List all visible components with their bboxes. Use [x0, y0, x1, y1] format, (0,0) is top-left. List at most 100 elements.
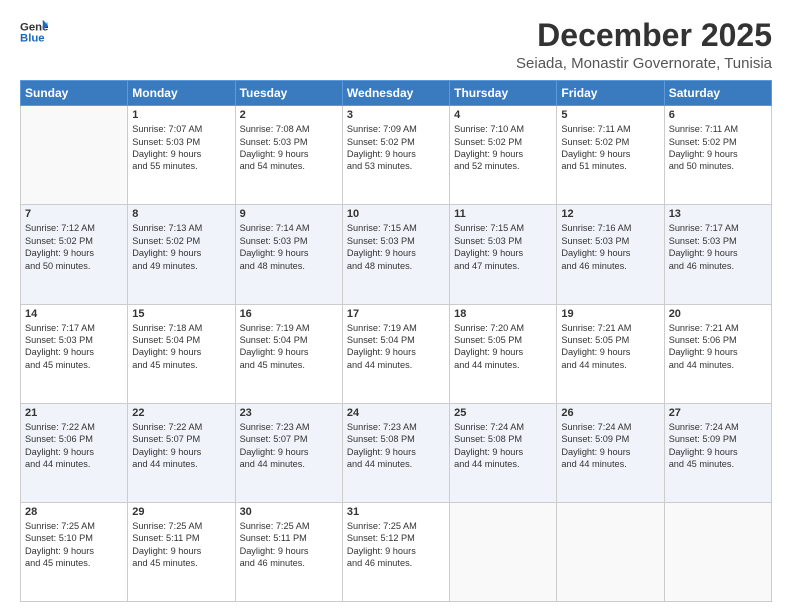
day-info: Sunrise: 7:14 AMSunset: 5:03 PMDaylight:… [240, 222, 338, 272]
day-number: 5 [561, 109, 659, 121]
table-row: 29 Sunrise: 7:25 AMSunset: 5:11 PMDayligh… [128, 502, 235, 601]
table-row: 1 Sunrise: 7:07 AMSunset: 5:03 PMDaylight… [128, 106, 235, 205]
location-title: Seiada, Monastir Governorate, Tunisia [516, 55, 772, 72]
day-info: Sunrise: 7:22 AMSunset: 5:06 PMDaylight:… [25, 421, 123, 471]
col-wednesday: Wednesday [342, 81, 449, 106]
table-row: 28 Sunrise: 7:25 AMSunset: 5:10 PMDayligh… [21, 502, 128, 601]
table-row: 22 Sunrise: 7:22 AMSunset: 5:07 PMDayligh… [128, 403, 235, 502]
day-number: 27 [669, 407, 767, 419]
day-info: Sunrise: 7:10 AMSunset: 5:02 PMDaylight:… [454, 123, 552, 173]
day-number: 20 [669, 308, 767, 320]
calendar-week-row: 1 Sunrise: 7:07 AMSunset: 5:03 PMDaylight… [21, 106, 772, 205]
day-info: Sunrise: 7:19 AMSunset: 5:04 PMDaylight:… [240, 322, 338, 372]
day-number: 23 [240, 407, 338, 419]
table-row: 7Sunrise: 7:12 AMSunset: 5:02 PMDaylight… [21, 205, 128, 304]
col-monday: Monday [128, 81, 235, 106]
day-number: 14 [25, 308, 123, 320]
day-info: Sunrise: 7:24 AMSunset: 5:09 PMDaylight:… [669, 421, 767, 471]
col-sunday: Sunday [21, 81, 128, 106]
day-info: Sunrise: 7:09 AMSunset: 5:02 PMDaylight:… [347, 123, 445, 173]
day-info: Sunrise: 7:11 AMSunset: 5:02 PMDaylight:… [669, 123, 767, 173]
table-row: 15Sunrise: 7:18 AMSunset: 5:04 PMDayligh… [128, 304, 235, 403]
day-info: Sunrise: 7:15 AMSunset: 5:03 PMDaylight:… [454, 222, 552, 272]
day-info: Sunrise: 7:25 AMSunset: 5:11 PMDaylight:… [132, 520, 230, 570]
day-info: Sunrise: 7:17 AMSunset: 5:03 PMDaylight:… [25, 322, 123, 372]
table-row: 6 Sunrise: 7:11 AMSunset: 5:02 PMDaylight… [664, 106, 771, 205]
table-row: 4 Sunrise: 7:10 AMSunset: 5:02 PMDaylight… [450, 106, 557, 205]
calendar-week-row: 28 Sunrise: 7:25 AMSunset: 5:10 PMDayligh… [21, 502, 772, 601]
day-number: 31 [347, 506, 445, 518]
calendar-header-row: Sunday Monday Tuesday Wednesday Thursday… [21, 81, 772, 106]
table-row: 23 Sunrise: 7:23 AMSunset: 5:07 PMDayligh… [235, 403, 342, 502]
day-info: Sunrise: 7:25 AMSunset: 5:11 PMDaylight:… [240, 520, 338, 570]
table-row: 13 Sunrise: 7:17 AMSunset: 5:03 PMDayligh… [664, 205, 771, 304]
day-number: 4 [454, 109, 552, 121]
title-area: December 2025 Seiada, Monastir Governora… [516, 18, 772, 72]
day-number: 9 [240, 208, 338, 220]
table-row: 30 Sunrise: 7:25 AMSunset: 5:11 PMDayligh… [235, 502, 342, 601]
day-number: 18 [454, 308, 552, 320]
table-row: 25 Sunrise: 7:24 AMSunset: 5:08 PMDayligh… [450, 403, 557, 502]
calendar-table: Sunday Monday Tuesday Wednesday Thursday… [20, 80, 772, 602]
col-tuesday: Tuesday [235, 81, 342, 106]
day-info: Sunrise: 7:23 AMSunset: 5:08 PMDaylight:… [347, 421, 445, 471]
table-row [664, 502, 771, 601]
day-number: 25 [454, 407, 552, 419]
table-row: 12Sunrise: 7:16 AMSunset: 5:03 PMDayligh… [557, 205, 664, 304]
day-number: 13 [669, 208, 767, 220]
col-friday: Friday [557, 81, 664, 106]
table-row [557, 502, 664, 601]
day-info: Sunrise: 7:19 AMSunset: 5:04 PMDaylight:… [347, 322, 445, 372]
day-number: 26 [561, 407, 659, 419]
calendar-week-row: 14 Sunrise: 7:17 AMSunset: 5:03 PMDayligh… [21, 304, 772, 403]
col-thursday: Thursday [450, 81, 557, 106]
day-info: Sunrise: 7:08 AMSunset: 5:03 PMDaylight:… [240, 123, 338, 173]
day-number: 30 [240, 506, 338, 518]
table-row: 20 Sunrise: 7:21 AMSunset: 5:06 PMDayligh… [664, 304, 771, 403]
header: General Blue December 2025 Seiada, Monas… [20, 18, 772, 72]
day-number: 7 [25, 208, 123, 220]
day-info: Sunrise: 7:24 AMSunset: 5:08 PMDaylight:… [454, 421, 552, 471]
day-info: Sunrise: 7:20 AMSunset: 5:05 PMDaylight:… [454, 322, 552, 372]
day-info: Sunrise: 7:21 AMSunset: 5:06 PMDaylight:… [669, 322, 767, 372]
table-row: 10 Sunrise: 7:15 AMSunset: 5:03 PMDayligh… [342, 205, 449, 304]
day-info: Sunrise: 7:25 AMSunset: 5:12 PMDaylight:… [347, 520, 445, 570]
month-title: December 2025 [516, 18, 772, 53]
page: General Blue December 2025 Seiada, Monas… [0, 0, 792, 612]
table-row: 5 Sunrise: 7:11 AMSunset: 5:02 PMDaylight… [557, 106, 664, 205]
day-info: Sunrise: 7:16 AMSunset: 5:03 PMDaylight:… [561, 222, 659, 272]
day-number: 15 [132, 308, 230, 320]
day-number: 11 [454, 208, 552, 220]
table-row: 24 Sunrise: 7:23 AMSunset: 5:08 PMDayligh… [342, 403, 449, 502]
table-row [450, 502, 557, 601]
day-info: Sunrise: 7:15 AMSunset: 5:03 PMDaylight:… [347, 222, 445, 272]
table-row: 16Sunrise: 7:19 AMSunset: 5:04 PMDayligh… [235, 304, 342, 403]
day-number: 29 [132, 506, 230, 518]
logo: General Blue [20, 18, 48, 46]
logo-icon: General Blue [20, 18, 48, 46]
day-info: Sunrise: 7:23 AMSunset: 5:07 PMDaylight:… [240, 421, 338, 471]
day-info: Sunrise: 7:25 AMSunset: 5:10 PMDaylight:… [25, 520, 123, 570]
table-row: 11 Sunrise: 7:15 AMSunset: 5:03 PMDayligh… [450, 205, 557, 304]
day-number: 28 [25, 506, 123, 518]
day-number: 21 [25, 407, 123, 419]
table-row: 8Sunrise: 7:13 AMSunset: 5:02 PMDaylight… [128, 205, 235, 304]
day-number: 22 [132, 407, 230, 419]
table-row: 19Sunrise: 7:21 AMSunset: 5:05 PMDayligh… [557, 304, 664, 403]
day-info: Sunrise: 7:24 AMSunset: 5:09 PMDaylight:… [561, 421, 659, 471]
day-info: Sunrise: 7:17 AMSunset: 5:03 PMDaylight:… [669, 222, 767, 272]
table-row: 27 Sunrise: 7:24 AMSunset: 5:09 PMDayligh… [664, 403, 771, 502]
table-row: 9 Sunrise: 7:14 AMSunset: 5:03 PMDaylight… [235, 205, 342, 304]
day-number: 19 [561, 308, 659, 320]
day-info: Sunrise: 7:11 AMSunset: 5:02 PMDaylight:… [561, 123, 659, 173]
day-info: Sunrise: 7:22 AMSunset: 5:07 PMDaylight:… [132, 421, 230, 471]
table-row: 18 Sunrise: 7:20 AMSunset: 5:05 PMDayligh… [450, 304, 557, 403]
calendar-week-row: 21 Sunrise: 7:22 AMSunset: 5:06 PMDayligh… [21, 403, 772, 502]
day-number: 6 [669, 109, 767, 121]
day-number: 1 [132, 109, 230, 121]
day-info: Sunrise: 7:07 AMSunset: 5:03 PMDaylight:… [132, 123, 230, 173]
day-number: 24 [347, 407, 445, 419]
table-row: 21 Sunrise: 7:22 AMSunset: 5:06 PMDayligh… [21, 403, 128, 502]
day-number: 17 [347, 308, 445, 320]
day-number: 10 [347, 208, 445, 220]
